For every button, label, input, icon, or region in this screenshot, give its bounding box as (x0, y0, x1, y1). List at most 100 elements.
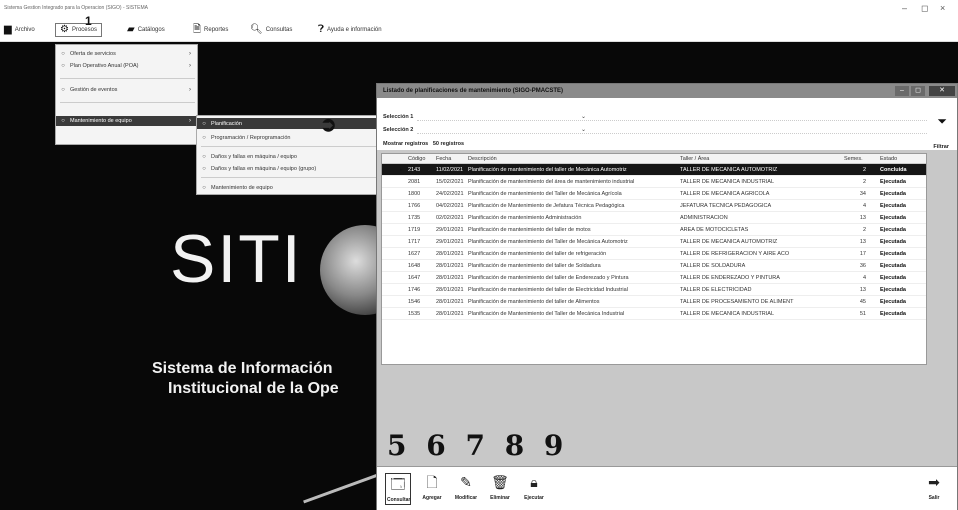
filter-icon[interactable]: ⏷ (937, 114, 947, 129)
row-pointer-icon: ▸ (400, 167, 403, 173)
submenu-item-planificacion[interactable]: ○ Planificación (197, 118, 381, 129)
table-row[interactable]: ▸ 2143 11/02/2021 Planificación de mantenim… (382, 164, 926, 176)
add-icon: 🗋 (426, 474, 438, 490)
table-row[interactable]: 1717 29/01/2021 Planificación de mantenimi… (382, 236, 926, 248)
cell-semestre: 4 (862, 203, 866, 209)
cell-semestre: 13 (859, 287, 866, 293)
window-titlebar: Listado de planificaciones de mantenimie… (377, 84, 957, 98)
filter-label: Filtrar (933, 144, 949, 150)
submenu-item-danos-fallas-grupo[interactable]: ○ Daños y fallas en máquina / equipo (gr… (197, 163, 381, 174)
cell-codigo: 1766 (408, 203, 421, 209)
selection2-field[interactable] (417, 125, 927, 134)
cell-fecha: 28/01/2021 (436, 299, 464, 305)
selection1-field[interactable] (417, 112, 927, 121)
cell-semestre: 17 (859, 251, 866, 257)
chevron-right-icon: › (189, 63, 191, 69)
eliminar-button[interactable]: 🗑 Eliminar (487, 473, 513, 501)
menu-archivo[interactable]: ▆ Archivo (4, 23, 35, 37)
records-count: Mostrar registros 50 registros (383, 141, 464, 147)
cell-taller: TALLER DE MECANICA INDUSTRIAL (680, 179, 775, 185)
menu-separator (201, 177, 377, 178)
menu-procesos[interactable]: ⚙ Procesos (55, 23, 102, 37)
cell-descripcion: Planificación de mantenimiento del talle… (468, 263, 601, 269)
column-header[interactable]: Taller / Área (680, 154, 828, 164)
cell-estado: Ejecutada (880, 179, 906, 185)
cell-taller: TALLER DE MECANICA AGRICOLA (680, 191, 770, 197)
menu-item-poa[interactable]: ○ Plan Operativo Anual (POA) › (56, 61, 197, 71)
delete-icon: 🗑 (491, 474, 509, 490)
menu-catalogos[interactable]: ▰ Catálogos (127, 23, 165, 37)
chevron-right-icon: › (189, 87, 191, 93)
app-subtitle-line1: Sistema de Información (152, 360, 333, 377)
annotation-step-1: 1 (85, 14, 92, 28)
menu-item-label: Plan Operativo Anual (POA) (70, 63, 139, 69)
menu-item-icon: ○ (202, 153, 206, 160)
column-header[interactable]: Semes. (844, 154, 866, 164)
minimize-button[interactable]: – (902, 3, 907, 13)
cell-codigo: 1648 (408, 263, 421, 269)
salir-button[interactable]: ➡ Salir (921, 473, 947, 501)
cell-codigo: 1535 (408, 311, 421, 317)
table-row[interactable]: 1719 29/01/2021 Planificación de mantenimi… (382, 224, 926, 236)
chevron-right-icon: › (189, 51, 191, 57)
cell-codigo: 2081 (408, 179, 421, 185)
chevron-down-icon[interactable]: ⌄ (581, 126, 586, 133)
submenu-item-programacion[interactable]: ○ Programación / Reprogramación (197, 132, 381, 143)
annotation-steps: 5 6 7 8 9 (387, 429, 569, 462)
table-row[interactable]: 1735 02/02/2021 Planificación de mantenimi… (382, 212, 926, 224)
close-button[interactable]: × (940, 3, 945, 13)
table-row[interactable]: 1546 28/01/2021 Planificación de mantenimi… (382, 296, 926, 308)
consultar-button[interactable]: 🗔 Consultar (385, 473, 411, 505)
column-header[interactable]: Descripción (468, 154, 676, 164)
cell-taller: TALLER DE ENDEREZADO Y PINTURA (680, 275, 780, 281)
cell-taller: TALLER DE PROCESAMIENTO DE ALIMENT (680, 299, 794, 305)
menu-reportes[interactable]: 🗎 Reportes (193, 23, 228, 37)
cell-taller: TALLER DE MECANICA AUTOMOTRIZ (680, 167, 778, 173)
menu-item-icon: ○ (61, 51, 65, 57)
report-icon: 🗎 (193, 24, 202, 35)
menu-item-mantenimiento-equipo[interactable]: ○ Mantenimiento de equipo › (56, 116, 197, 126)
cell-semestre: 4 (862, 275, 866, 281)
cell-descripcion: Planificación de mantenimiento del talle… (468, 167, 627, 173)
column-header[interactable]: Estado (880, 154, 920, 164)
cell-estado: Ejecutada (880, 239, 906, 245)
table-row[interactable]: 1535 28/01/2021 Planificación de Mantenimi… (382, 308, 926, 320)
menu-consultas[interactable]: 🔍︎ Consultas (250, 23, 292, 37)
menu-item-label: Oferta de servicios (70, 51, 116, 57)
column-header[interactable]: Código (408, 154, 432, 164)
submenu-item-mantenimiento[interactable]: ○ Mantenimiento de equipo (197, 182, 381, 193)
table-row[interactable]: 1766 04/02/2021 Planificación de Mantenimi… (382, 200, 926, 212)
exit-icon: ➡ (928, 474, 940, 490)
search-icon: 🔍︎ (250, 24, 263, 35)
maximize-button[interactable]: ◻ (921, 3, 928, 14)
cell-descripcion: Planificación de mantenimiento del talle… (468, 275, 629, 281)
ejecutar-button[interactable]: 🔒︎ Ejecutar (521, 473, 547, 501)
window-maximize-button[interactable]: ◻ (911, 86, 925, 96)
annotation-arrow-icon: ➲ (320, 114, 337, 136)
cell-descripcion: Planificación de mantenimiento Administr… (468, 215, 582, 221)
menu-consultas-label: Consultas (265, 27, 293, 33)
table-row[interactable]: 2081 15/02/2021 Planificación de mantenimi… (382, 176, 926, 188)
table-row[interactable]: 1627 28/01/2021 Planificación de mantenimi… (382, 248, 926, 260)
procesos-menu: ○ Oferta de servicios › ○ Plan Operativo… (55, 44, 198, 145)
column-header[interactable]: Fecha (436, 154, 464, 164)
cell-codigo: 1719 (408, 227, 421, 233)
menu-item-gestion-eventos[interactable]: ○ Gestión de eventos › (56, 85, 197, 95)
cell-fecha: 11/02/2021 (436, 167, 464, 173)
menu-ayuda[interactable]: ❓︎ Ayuda e información (318, 23, 382, 37)
table-row[interactable]: 1648 28/01/2021 Planificación de mantenimi… (382, 260, 926, 272)
menu-item-oferta-servicios[interactable]: ○ Oferta de servicios › (56, 49, 197, 59)
modificar-button[interactable]: ✎ Modificar (453, 473, 479, 501)
submenu-item-danos-fallas[interactable]: ○ Daños y fallas en máquina / equipo (197, 151, 381, 162)
window-close-button[interactable]: ✕ (929, 86, 955, 96)
table-row[interactable]: 1800 24/02/2021 Planificación de mantenimi… (382, 188, 926, 200)
cell-taller: TALLER DE MECANICA AUTOMOTRIZ (680, 239, 778, 245)
chevron-down-icon[interactable]: ⌄ (581, 113, 586, 120)
window-minimize-button[interactable]: – (895, 86, 909, 96)
cell-descripcion: Planificación de mantenimiento del Talle… (468, 239, 628, 245)
table-row[interactable]: 1647 28/01/2021 Planificación de mantenimi… (382, 272, 926, 284)
agregar-button[interactable]: 🗋 Agregar (419, 473, 445, 501)
table-row[interactable]: 1746 28/01/2021 Planificación de mantenimi… (382, 284, 926, 296)
cell-semestre: 51 (859, 311, 866, 317)
cell-estado: Ejecutada (880, 311, 906, 317)
